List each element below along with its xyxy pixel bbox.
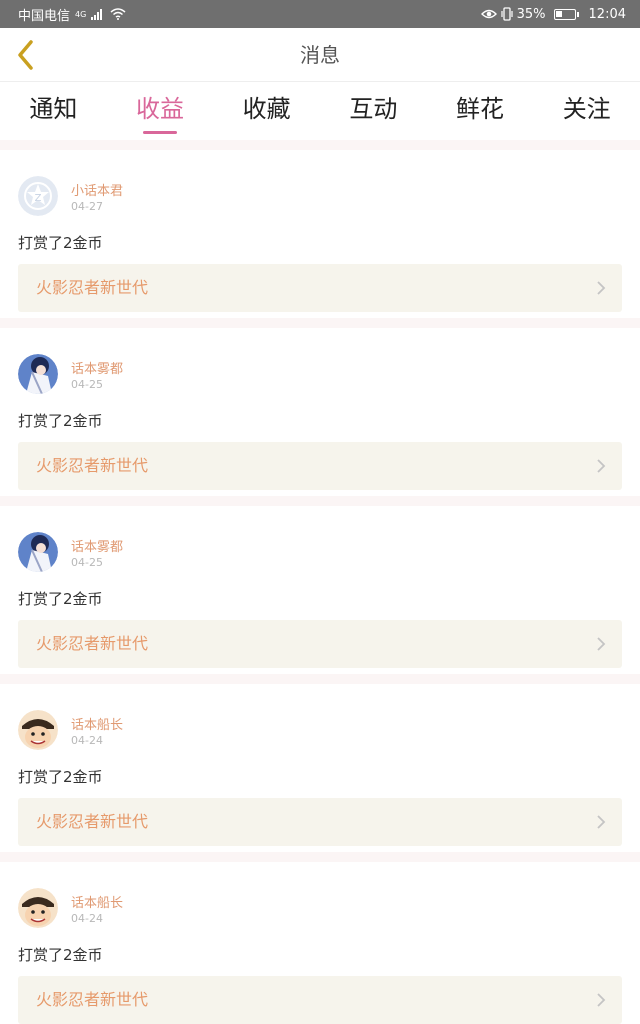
logo-avatar-icon: Z (18, 176, 58, 216)
network-label: 4G (75, 9, 87, 19)
tab-follows[interactable]: 关注 (533, 82, 640, 140)
work-title: 火影忍者新世代 (36, 990, 149, 1009)
battery-icon (553, 8, 576, 20)
list-item: 话本船长 04-24 打赏了2金币 火影忍者新世代 (0, 684, 640, 852)
divider (0, 852, 640, 862)
clock: 12:04 (588, 6, 626, 22)
eye-icon (480, 9, 497, 19)
work-title: 火影忍者新世代 (36, 634, 149, 653)
work-link[interactable]: 火影忍者新世代 (18, 442, 622, 490)
divider (0, 318, 640, 328)
tab-earnings[interactable]: 收益 (107, 82, 214, 140)
message-tabs: 通知 收益 收藏 互动 鲜花 关注 (0, 82, 640, 140)
wifi-icon (110, 8, 126, 20)
avatar[interactable]: Z (18, 176, 58, 216)
chevron-right-icon (597, 637, 606, 651)
message-text: 打赏了2金币 (18, 768, 103, 786)
divider (0, 674, 640, 684)
work-link[interactable]: 火影忍者新世代 (18, 798, 622, 846)
chevron-right-icon (597, 459, 606, 473)
username[interactable]: 小话本君 (71, 180, 123, 199)
status-left: 中国电信 4G (18, 5, 126, 24)
anime-character-avatar-icon (18, 532, 58, 572)
message-date: 04-27 (71, 200, 103, 213)
message-date: 04-24 (71, 734, 103, 747)
list-item: 话本雾都 04-25 打赏了2金币 火影忍者新世代 (0, 506, 640, 674)
avatar[interactable] (18, 710, 58, 750)
work-link[interactable]: 火影忍者新世代 (18, 976, 622, 1024)
divider (0, 496, 640, 506)
username[interactable]: 话本雾都 (71, 358, 123, 377)
page-title: 消息 (300, 43, 340, 67)
status-bar: 中国电信 4G 35% 12:04 (0, 0, 640, 28)
nav-header: 消息 (0, 28, 640, 82)
message-date: 04-25 (71, 556, 103, 569)
battery-percent: 35% (516, 6, 546, 22)
list-item: 话本船长 04-24 打赏了2金币 火影忍者新世代 (0, 862, 640, 1024)
carrier-label: 中国电信 (18, 8, 71, 24)
anime-character-avatar-icon (18, 354, 58, 394)
signal-icon (91, 8, 103, 20)
work-link[interactable]: 火影忍者新世代 (18, 264, 622, 312)
divider (0, 140, 640, 150)
chevron-right-icon (597, 993, 606, 1007)
work-title: 火影忍者新世代 (36, 812, 149, 831)
work-link[interactable]: 火影忍者新世代 (18, 620, 622, 668)
tab-favorites[interactable]: 收藏 (213, 82, 320, 140)
straw-hat-avatar-icon (18, 888, 58, 928)
vibrate-icon (501, 7, 513, 21)
straw-hat-avatar-icon (18, 710, 58, 750)
username[interactable]: 话本雾都 (71, 536, 123, 555)
message-text: 打赏了2金币 (18, 412, 103, 430)
avatar[interactable] (18, 888, 58, 928)
avatar[interactable] (18, 354, 58, 394)
list-item: 话本雾都 04-25 打赏了2金币 火影忍者新世代 (0, 328, 640, 496)
status-right: 35% 12:04 (480, 6, 626, 22)
tab-interactions[interactable]: 互动 (320, 82, 427, 140)
message-text: 打赏了2金币 (18, 234, 103, 252)
tab-notifications[interactable]: 通知 (0, 82, 107, 140)
message-date: 04-24 (71, 912, 103, 925)
tab-flowers[interactable]: 鲜花 (427, 82, 534, 140)
work-title: 火影忍者新世代 (36, 278, 149, 297)
username[interactable]: 话本船长 (71, 892, 123, 911)
username[interactable]: 话本船长 (71, 714, 123, 733)
message-text: 打赏了2金币 (18, 946, 103, 964)
chevron-right-icon (597, 281, 606, 295)
message-list: Z 小话本君 04-27 打赏了2金币 火影忍者新世代 话本雾都 04-25 打… (0, 140, 640, 1024)
message-date: 04-25 (71, 378, 103, 391)
list-item: Z 小话本君 04-27 打赏了2金币 火影忍者新世代 (0, 150, 640, 318)
work-title: 火影忍者新世代 (36, 456, 149, 475)
avatar[interactable] (18, 532, 58, 572)
svg-text:Z: Z (35, 193, 42, 204)
chevron-right-icon (597, 815, 606, 829)
message-text: 打赏了2金币 (18, 590, 103, 608)
